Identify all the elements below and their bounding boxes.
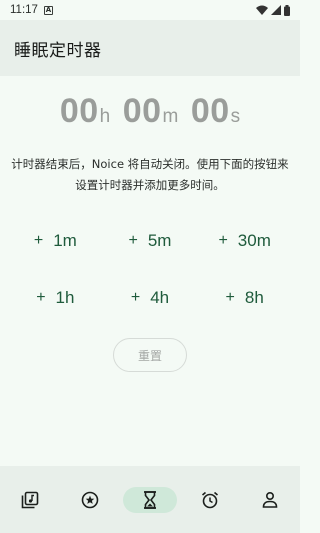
alarm-clock-icon — [201, 491, 219, 509]
hourglass-icon — [144, 491, 156, 509]
account-icon — [262, 491, 278, 508]
add-button-label: 5m — [147, 231, 172, 250]
add-button-label: 8h — [244, 288, 264, 307]
timer-hours-unit: h — [99, 106, 111, 127]
add-button-label: 1m — [53, 231, 77, 250]
timer-seconds-unit: s — [230, 106, 241, 127]
add-time-buttons: +1m +5m +30m +1h +4h +8h — [0, 226, 300, 313]
add-30m-button[interactable]: +30m — [197, 226, 292, 256]
add-1h-button[interactable]: +1h — [8, 283, 103, 313]
add-5m-button[interactable]: +5m — [103, 226, 198, 256]
plus-icon: + — [33, 232, 44, 249]
wifi-icon — [256, 5, 268, 15]
plus-icon: + — [128, 232, 138, 249]
nav-item-account[interactable] — [240, 487, 300, 513]
status-icons — [256, 4, 290, 16]
nav-item-sleep-timer[interactable] — [120, 487, 180, 513]
timer-display: 00h 00m 00s — [0, 92, 300, 131]
timer-hours: 00 — [59, 92, 99, 130]
page-title: 睡眠定时器 — [14, 40, 102, 61]
reset-button[interactable]: 重置 — [113, 338, 187, 372]
timer-minutes-unit: m — [162, 106, 179, 127]
app-bar: 睡眠定时器 — [0, 20, 300, 76]
add-8h-button[interactable]: +8h — [197, 283, 292, 313]
star-circle-icon — [81, 491, 99, 509]
plus-icon: + — [130, 289, 141, 306]
active-indicator — [123, 487, 177, 513]
nav-item-library[interactable] — [0, 487, 60, 513]
music-library-icon — [21, 491, 39, 509]
timer-minutes: 00 — [122, 92, 162, 130]
plus-icon: + — [225, 289, 235, 306]
add-4h-button[interactable]: +4h — [103, 283, 198, 313]
add-button-label: 30m — [237, 231, 271, 250]
nav-item-presets[interactable] — [60, 487, 120, 513]
notification-icon: A — [43, 5, 53, 15]
signal-icon — [271, 5, 281, 15]
plus-icon: + — [218, 232, 228, 249]
battery-icon — [284, 4, 290, 16]
bottom-navigation — [0, 466, 300, 533]
add-1m-button[interactable]: +1m — [8, 226, 103, 256]
status-bar: 11:17 A — [0, 0, 300, 20]
add-button-label: 4h — [150, 288, 170, 307]
timer-seconds: 00 — [190, 92, 230, 130]
plus-icon: + — [36, 289, 46, 306]
add-button-label: 1h — [55, 288, 75, 307]
status-time: 11:17 — [10, 4, 38, 16]
timer-description: 计时器结束后，Noice 将自动关闭。使用下面的按钮来设置计时器并添加更多时间。 — [11, 157, 289, 192]
nav-item-alarms[interactable] — [180, 487, 240, 513]
